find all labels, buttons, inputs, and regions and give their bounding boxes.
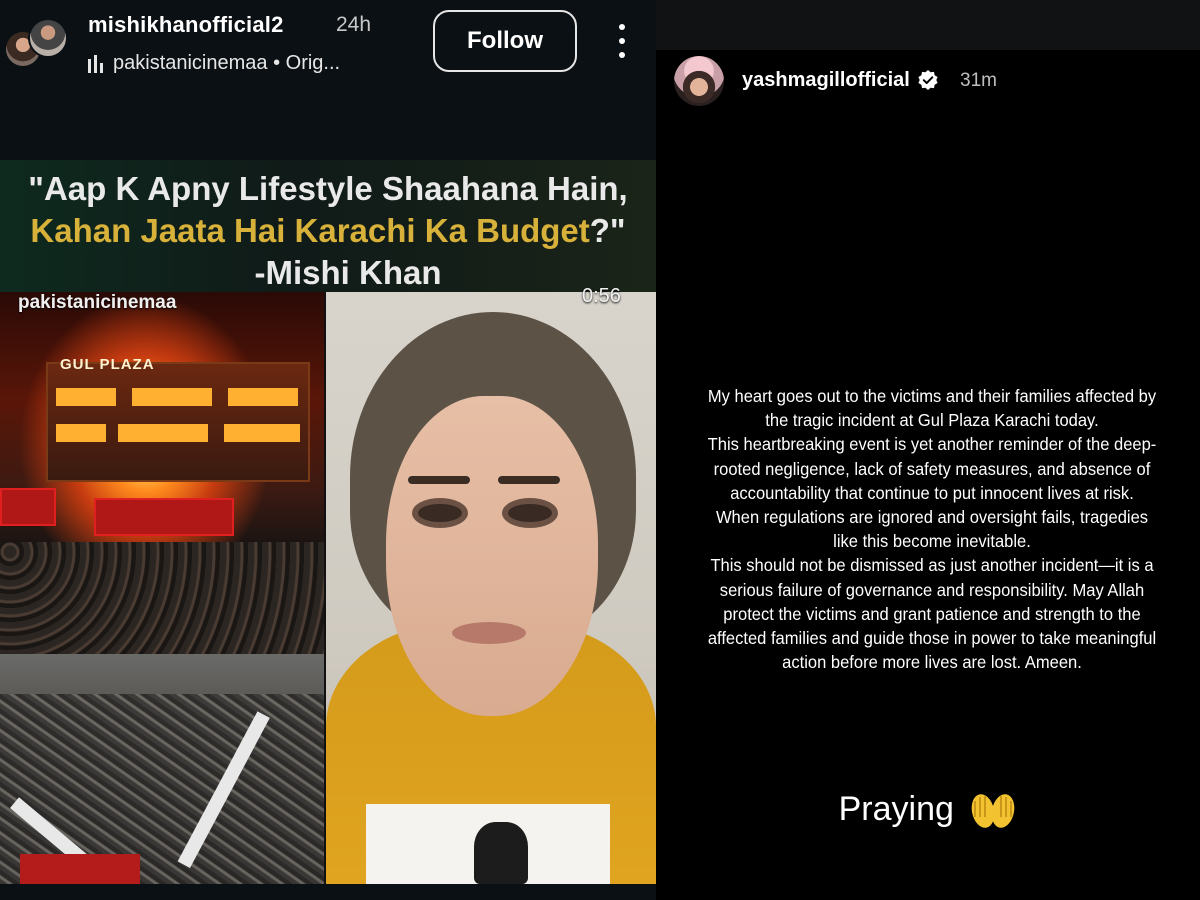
story-line: serious failure of governance and respon… <box>719 579 1145 600</box>
fire-truck <box>94 498 234 536</box>
right-story-panel: yashmagillofficial 31m My heart goes out… <box>656 0 1200 900</box>
microphone <box>474 822 528 884</box>
story-line: action before more lives are lost. Ameen… <box>782 652 1082 673</box>
story-line: This should not be dismissed as just ano… <box>710 555 1154 576</box>
eyebrow <box>408 476 470 484</box>
quote-line-1: "Aap K Apny Lifestyle Shaahana Hain, <box>28 170 628 207</box>
quote-line-2-tail: ?" <box>589 212 626 249</box>
audio-bars-icon <box>88 54 103 73</box>
story-username[interactable]: yashmagillofficial <box>742 69 910 92</box>
audio-label: pakistanicinemaa • Orig... <box>113 52 341 74</box>
eyebrow <box>498 476 560 484</box>
audio-attribution[interactable]: pakistanicinemaa • Orig... <box>88 52 340 75</box>
video-watermark: pakistanicinemaa <box>18 292 177 313</box>
post-time: 24h <box>336 13 372 36</box>
story-line: affected families and guide those in pow… <box>707 628 1157 649</box>
left-post-panel: mishikhanofficial2 24h pakistanicinemaa … <box>0 0 656 900</box>
quote-attribution: -Mishi Khan <box>254 254 442 291</box>
quote-banner: "Aap K Apny Lifestyle Shaahana Hain, Kah… <box>0 160 656 292</box>
praying-caption: Praying <box>656 790 1200 831</box>
story-time: 31m <box>960 70 997 91</box>
story-line: My heart goes out to the victims and the… <box>707 386 1157 406</box>
eye <box>418 504 462 522</box>
crane-truck <box>20 854 140 884</box>
eye <box>508 504 552 522</box>
video-player[interactable]: GUL PLAZA <box>0 292 656 884</box>
burning-building <box>46 362 310 482</box>
verified-badge-icon <box>918 70 938 90</box>
building-sign: GUL PLAZA <box>60 356 155 373</box>
video-duration: 0:56 <box>582 285 621 307</box>
quote-line-2: Kahan Jaata Hai Karachi Ka Budget?" <box>0 212 656 250</box>
avatar[interactable] <box>674 56 724 106</box>
avatar-pair[interactable] <box>4 12 68 74</box>
story-line: protect the victims and grant patience a… <box>723 603 1141 624</box>
story-line: like this become inevitable. <box>833 531 1031 552</box>
story-line: the tragic incident at Gul Plaza Karachi… <box>765 410 1099 431</box>
quote-highlight: Kahan Jaata Hai Karachi Ka Budget <box>30 212 590 249</box>
story-line: This heartbreaking event is yet another … <box>707 434 1157 455</box>
story-top-bar <box>656 0 1200 50</box>
follow-button[interactable]: Follow <box>433 10 577 72</box>
speaker-video-frame <box>326 292 656 884</box>
more-options-icon[interactable] <box>612 24 632 58</box>
post-header: mishikhanofficial2 24h pakistanicinemaa … <box>0 0 656 160</box>
story-line: When regulations are ignored and oversig… <box>715 507 1149 528</box>
story-line: accountability that continue to put inno… <box>730 482 1134 503</box>
post-username[interactable]: mishikhanofficial2 <box>88 12 284 38</box>
story-line: rooted negligence, lack of safety measur… <box>713 458 1151 479</box>
crowd <box>0 542 324 654</box>
avatar <box>28 18 68 58</box>
lips <box>452 622 526 644</box>
fire-image: GUL PLAZA <box>0 292 324 654</box>
story-text: My heart goes out to the victims and the… <box>689 384 1174 674</box>
collapsed-building-image <box>0 654 324 884</box>
fire-truck <box>0 488 56 526</box>
face <box>386 396 598 716</box>
praying-text: Praying <box>838 790 954 828</box>
folded-hands-icon <box>972 794 1015 828</box>
